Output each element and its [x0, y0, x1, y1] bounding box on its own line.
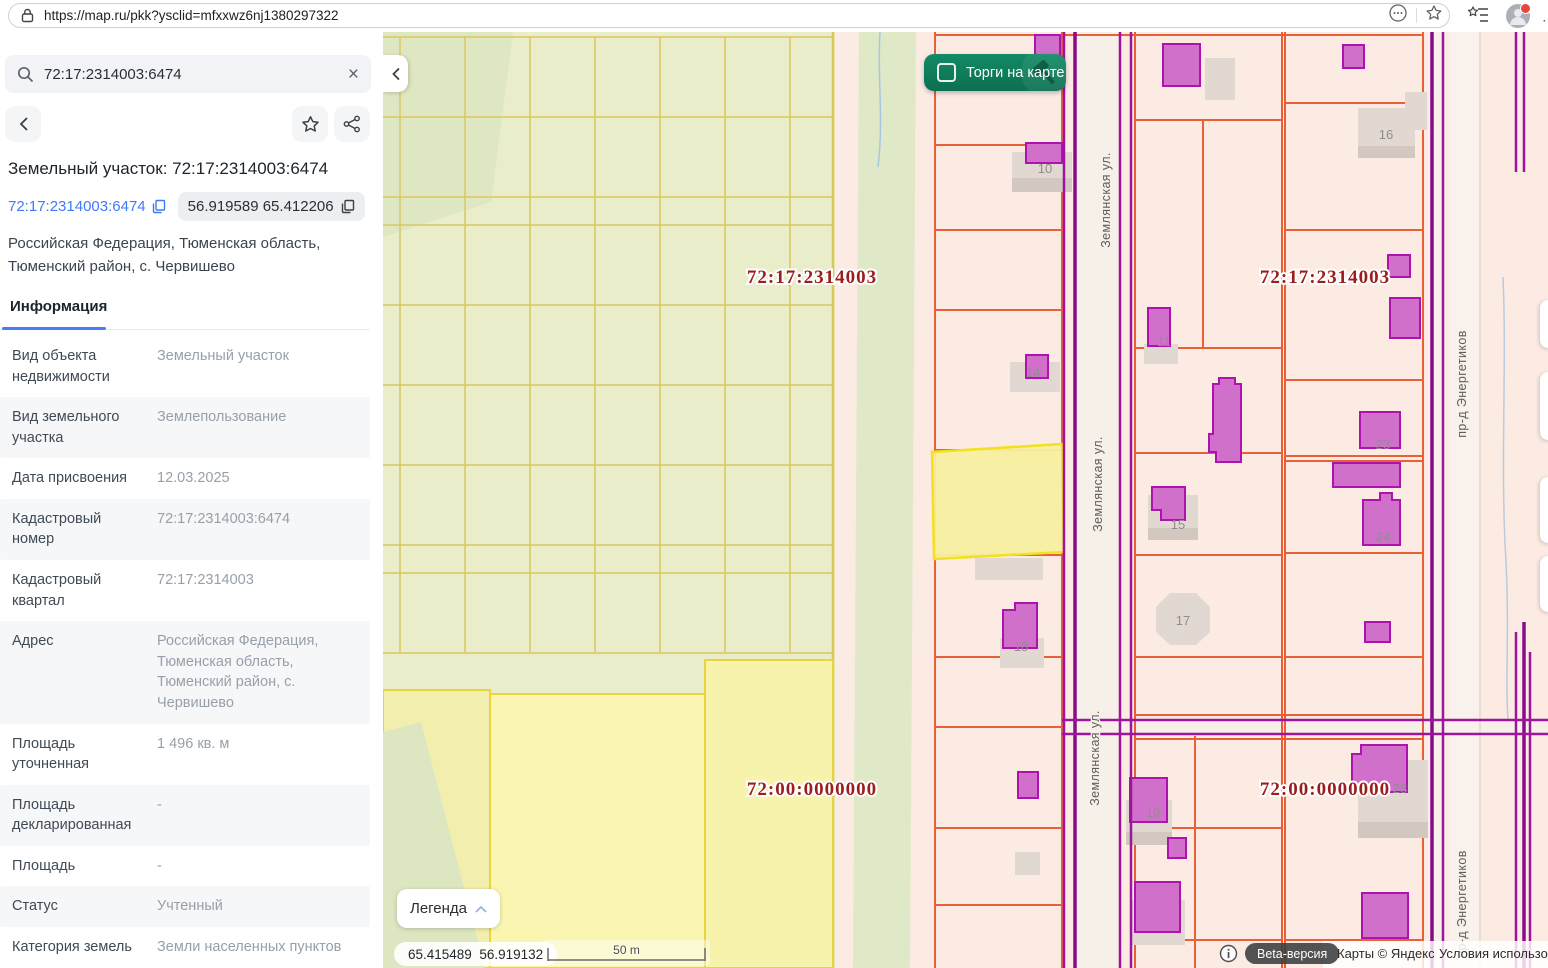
copy-icon[interactable]	[152, 199, 166, 214]
left-quarter-zone	[383, 32, 835, 968]
search-bar[interactable]: 72:17:2314003:6474 ×	[5, 55, 371, 93]
collapse-sidebar-button[interactable]	[383, 55, 408, 92]
tab-information[interactable]: Информация	[10, 298, 107, 315]
scale-bar: 50 m	[543, 940, 710, 966]
lock-icon[interactable]	[21, 8, 34, 23]
building[interactable]	[1362, 893, 1408, 938]
table-row: АдресРоссийская Федерация, Тюменская обл…	[0, 621, 370, 723]
object-address: Российская Федерация, Тюменская область,…	[8, 233, 369, 278]
building[interactable]	[1018, 772, 1038, 798]
cursor-coordinates-pill: 65.415489 56.919132	[394, 942, 557, 966]
attribution-yandex[interactable]: Карты © Яндекс	[1337, 946, 1435, 961]
parcel-number-23: 23	[1376, 437, 1390, 452]
bookmark-star-icon[interactable]	[1425, 4, 1443, 27]
tab-underline	[2, 327, 106, 330]
parcel-number-15: 15	[1171, 517, 1185, 532]
map-control-button[interactable]	[1540, 300, 1548, 348]
info-panel: 72:17:2314003:6474 × Земельный участок: …	[0, 32, 383, 968]
clear-search-icon[interactable]: ×	[348, 65, 359, 84]
building[interactable]	[1333, 463, 1400, 487]
building[interactable]	[1343, 45, 1364, 68]
divider	[1416, 8, 1417, 23]
building[interactable]	[1163, 44, 1200, 86]
map-control-button[interactable]	[1540, 477, 1548, 543]
building[interactable]	[1026, 143, 1062, 163]
street-label-zemlyanskaya: Землянская ул.	[1088, 710, 1102, 806]
address-bar[interactable]: https://map.ru/pkk?ysclid=mfxxwz6nj13802…	[8, 3, 1450, 28]
cadastral-number-link[interactable]: 72:17:2314003:6474	[8, 198, 166, 215]
parcel-number-28: 28	[1393, 781, 1407, 796]
notification-dot	[1520, 3, 1531, 14]
street-label-energetikov: пр-д Энергетиков	[1455, 330, 1469, 438]
parcel-number-11: 11	[1157, 334, 1171, 349]
table-row: СтатусУчтенный	[0, 886, 370, 927]
beta-badge: Beta-версия	[1245, 943, 1339, 964]
favorite-button[interactable]	[292, 106, 328, 142]
table-row: Площадь декларированная-	[0, 785, 370, 846]
star-icon	[301, 115, 320, 134]
chevron-left-icon	[391, 67, 401, 81]
share-icon	[343, 115, 361, 133]
overflow-menu-cut[interactable]: ⋯	[1542, 12, 1548, 29]
building[interactable]	[1209, 378, 1241, 462]
building[interactable]	[1390, 298, 1420, 338]
table-row: Вид объекта недвижимостиЗемельный участо…	[0, 336, 370, 397]
share-button[interactable]	[334, 106, 370, 142]
map-control-button[interactable]	[1540, 556, 1548, 612]
parcel-number-18: 18	[1014, 639, 1028, 654]
browser-chrome: https://map.ru/pkk?ysclid=mfxxwz6nj13802…	[0, 0, 1548, 33]
profile-avatar[interactable]	[1506, 4, 1530, 28]
terms-of-use-link[interactable]: Условия использования	[1439, 946, 1548, 961]
selected-parcel[interactable]	[932, 444, 1064, 559]
parcel-number-10: 10	[1038, 161, 1052, 176]
chevron-left-icon	[18, 116, 29, 132]
table-row: Вид земельного участкаЗемлепользование	[0, 397, 370, 458]
street-label-zemlyanskaya: Землянская ул.	[1099, 152, 1113, 248]
parcel-number-17: 17	[1176, 613, 1190, 628]
scale-label: 50 m	[543, 943, 710, 957]
quarter-label: 72:17:2314003	[1260, 267, 1390, 288]
search-icon	[17, 66, 34, 83]
table-row: Кадастровый квартал72:17:2314003	[0, 560, 370, 621]
map-canvas[interactable]: 10 14 16 11 23 15 24 17 18 19 28 Землянс…	[383, 32, 1548, 968]
back-button[interactable]	[5, 106, 41, 142]
parcel-number-16: 16	[1379, 127, 1393, 142]
cadastral-map[interactable]: 10 14 16 11 23 15 24 17 18 19 28 Землянс…	[383, 32, 1548, 968]
building[interactable]	[1135, 882, 1180, 932]
torgi-checkbox[interactable]	[937, 63, 956, 82]
page-title: Земельный участок: 72:17:2314003:6474	[8, 159, 371, 179]
building[interactable]	[1168, 838, 1186, 858]
quarter-label: 72:17:2314003	[747, 267, 877, 288]
quarter-label: 72:00:0000000	[1260, 779, 1390, 800]
url-text[interactable]: https://map.ru/pkk?ysclid=mfxxwz6nj13802…	[44, 8, 339, 23]
parcel-number-14: 14	[1026, 365, 1040, 380]
street-label-zemlyanskaya: Землянская ул.	[1091, 436, 1105, 532]
table-row: Категория земельЗемли населенных пунктов	[0, 927, 370, 968]
coordinates-badge[interactable]: 56.919589 65.412206	[178, 192, 365, 221]
building[interactable]	[1388, 255, 1410, 277]
collections-icon[interactable]	[1468, 4, 1490, 26]
copy-icon[interactable]	[341, 199, 355, 214]
ellipsis-circle-icon[interactable]	[1388, 3, 1408, 28]
quarter-label: 72:00:0000000	[747, 779, 877, 800]
map-control-button[interactable]	[1540, 372, 1548, 440]
building[interactable]	[1365, 622, 1390, 642]
torgi-na-karte-toggle[interactable]: Торги на карте	[924, 54, 1066, 91]
info-icon[interactable]	[1219, 944, 1238, 968]
table-row: Площадь-	[0, 846, 370, 887]
info-table: Вид объекта недвижимостиЗемельный участо…	[0, 336, 370, 968]
table-row: Площадь уточненная1 496 кв. м	[0, 724, 370, 785]
chevron-up-icon	[475, 905, 487, 913]
legend-button[interactable]: Легенда	[397, 889, 500, 928]
parcel-number-24: 24	[1376, 529, 1390, 544]
search-input[interactable]: 72:17:2314003:6474	[44, 66, 348, 83]
table-row: Дата присвоения12.03.2025	[0, 458, 370, 499]
parcel-number-19: 19	[1146, 805, 1160, 820]
table-row: Кадастровый номер72:17:2314003:6474	[0, 499, 370, 560]
